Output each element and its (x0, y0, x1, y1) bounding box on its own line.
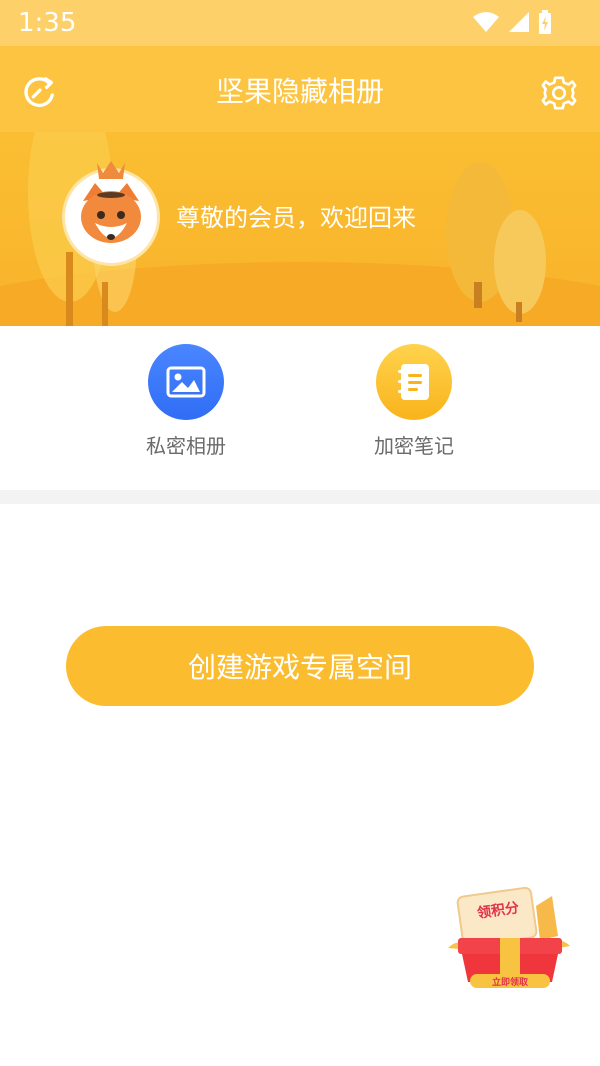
fox-avatar-icon (81, 161, 141, 243)
status-icons (472, 10, 552, 34)
status-bar: 1:35 (0, 0, 600, 46)
battery-icon (539, 10, 551, 34)
private-album-button[interactable]: 私密相册 (116, 344, 256, 459)
feature-grid: 私密相册 加密笔记 (0, 326, 600, 490)
welcome-text: 尊敬的会员，欢迎回来 (176, 204, 416, 232)
welcome-banner: 尊敬的会员，欢迎回来 (0, 132, 600, 326)
encrypted-notes-circle (376, 344, 452, 420)
private-album-label: 私密相册 (146, 434, 226, 458)
wifi-icon (473, 12, 499, 32)
create-game-space-button[interactable]: 创建游戏专属空间 (66, 626, 534, 706)
image-icon (166, 366, 206, 398)
page-title: 坚果隐藏相册 (215, 75, 384, 108)
app-bar: 坚果隐藏相册 (0, 46, 600, 132)
points-cta: 立即领取 (491, 978, 528, 988)
encrypted-notes-label: 加密笔记 (374, 434, 454, 458)
private-album-circle (148, 344, 224, 420)
gear-icon[interactable] (540, 74, 578, 112)
notebook-icon (398, 364, 429, 400)
status-time: 1:35 (18, 8, 77, 38)
points-promo-button[interactable]: 领积分 立即领取 (440, 876, 580, 994)
encrypted-notes-button[interactable]: 加密笔记 (344, 344, 484, 459)
avatar[interactable] (62, 161, 160, 266)
signal-icon (509, 12, 529, 32)
section-divider (0, 490, 600, 504)
